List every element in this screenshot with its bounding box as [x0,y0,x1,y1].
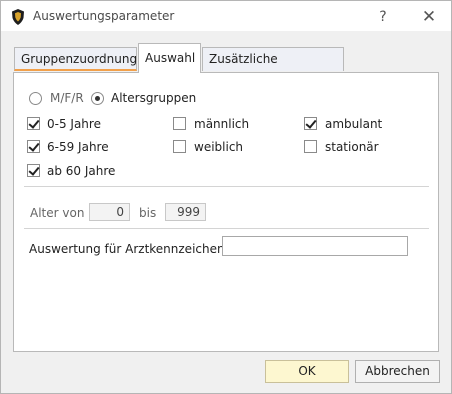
checkbox-6-59-jahre-label: 6-59 Jahre [47,140,109,154]
checkbox-ab-60-jahre-label: ab 60 Jahre [47,164,116,178]
checkbox-6-59-jahre[interactable] [27,140,40,153]
checkbox-weiblich[interactable] [173,140,186,153]
checkbox-maennlich[interactable] [173,117,186,130]
arztkennzeichen-input[interactable] [222,236,408,256]
tab-zusaetzliche-leistungen[interactable]: Zusätzliche Leistungen [202,47,344,89]
checkbox-ambulant-label: ambulant [325,117,383,131]
mfr-radio[interactable] [29,92,42,105]
checkbox-weiblich-label: weiblich [194,140,244,154]
cancel-button[interactable]: Abbrechen [355,360,440,383]
help-button[interactable]: ? [372,7,394,27]
altersgruppen-radio[interactable] [91,92,104,105]
checkbox-stationaer-label: stationär [325,140,379,154]
close-button[interactable]: ✕ [418,7,440,27]
checkbox-ab-60-jahre[interactable] [27,164,40,177]
checkmark-icon [28,140,40,152]
checkbox-maennlich-label: männlich [194,117,250,131]
window-title: Auswertungsparameter [33,9,175,23]
arztkennzeichen-label: Auswertung für Arztkennzeichen [29,242,225,256]
tab-auswahl[interactable]: Auswahl [138,43,201,73]
checkmark-icon [28,117,40,129]
radio-selected-dot [95,96,100,101]
checkbox-0-5-jahre-label: 0-5 Jahre [47,117,101,131]
checkmark-icon [28,164,40,176]
checkmark-icon [305,117,317,129]
checkbox-ambulant[interactable] [304,117,317,130]
checkbox-0-5-jahre[interactable] [27,117,40,130]
bis-label: bis [139,206,157,220]
title-bar: Auswertungsparameter ? ✕ [1,1,451,31]
dialog-window: Auswertungsparameter ? ✕ Gruppenzuordnun… [0,0,452,394]
alter-von-field[interactable]: 0 [89,203,130,221]
ok-button[interactable]: OK [265,360,349,383]
divider [24,228,429,229]
divider [24,186,429,187]
tab-gruppenzuordnung[interactable]: Gruppenzuordnung [14,47,137,71]
checkbox-stationaer[interactable] [304,140,317,153]
alter-von-label: Alter von [30,206,85,220]
alter-bis-field[interactable]: 999 [165,203,206,221]
altersgruppen-radio-label: Altersgruppen [111,91,197,105]
mfr-radio-label: M/F/R [50,91,84,105]
shield-icon [11,9,25,25]
tab-panel-auswahl: M/F/R Altersgruppen 0-5 Jahre 6-59 Jahre… [13,72,439,352]
